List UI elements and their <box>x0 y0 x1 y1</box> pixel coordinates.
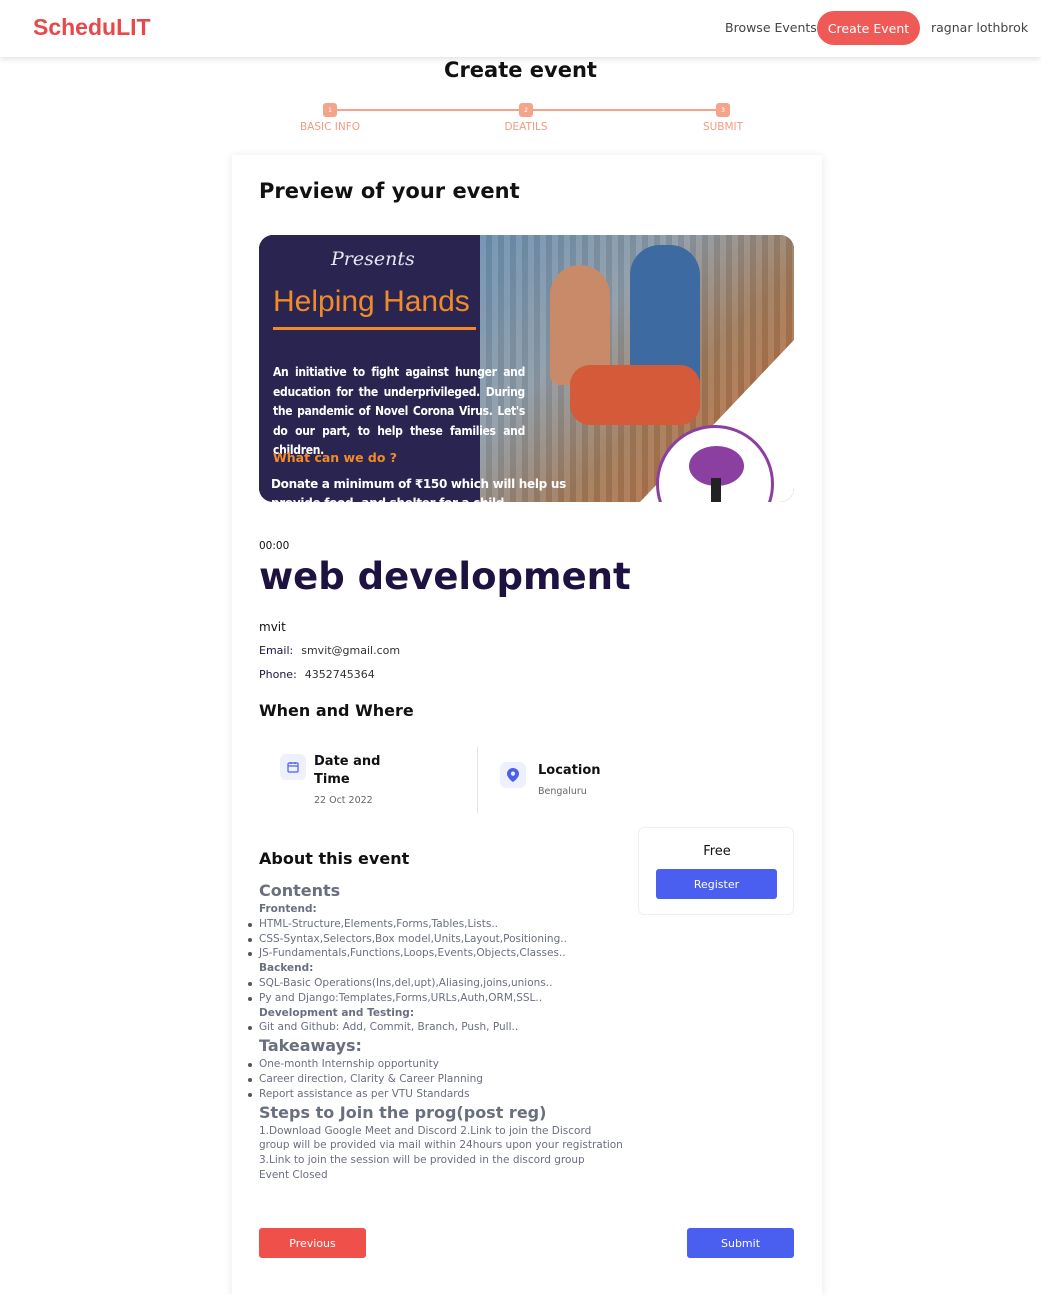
devtest-list: Git and Github: Add, Commit, Branch, Pus… <box>248 1020 624 1035</box>
list-item: SQL-Basic Operations(Ins,del,upt),Aliasi… <box>248 976 624 991</box>
date-time-heading: Date and Time <box>314 754 381 787</box>
step-2-label: DEATILS <box>504 121 548 133</box>
previous-button[interactable]: Previous <box>259 1228 366 1258</box>
takeaways-heading: Takeaways: <box>259 1036 362 1056</box>
event-banner-image: Presents Helping Hands An initiative to … <box>259 235 794 502</box>
event-closed-text: Event Closed <box>259 1168 328 1181</box>
banner-description: An initiative to fight against hunger an… <box>273 365 525 457</box>
about-title: About this event <box>259 849 410 868</box>
list-item: JS-Fundamentals,Functions,Loops,Events,O… <box>248 946 624 961</box>
ticket-box: Free Register <box>638 827 794 915</box>
organizer-name: mvit <box>259 620 286 634</box>
takeaways-list: One-month Internship opportunity Career … <box>248 1057 624 1102</box>
contact-phone: Phone: 4352745364 <box>259 668 375 681</box>
steps-text: 1.Download Google Meet and Discord 2.Lin… <box>259 1124 623 1167</box>
banner-question: What can we do ? <box>273 450 398 465</box>
step-3-dot: 3 <box>716 103 730 117</box>
devtest-heading: Development and Testing: <box>259 1006 415 1019</box>
preview-title: Preview of your event <box>259 179 520 203</box>
when-where-title: When and Where <box>259 701 414 720</box>
browse-events-link[interactable]: Browse Events <box>725 20 817 35</box>
banner-presents-text: Presents <box>331 248 415 270</box>
when-where-divider <box>477 747 478 813</box>
phone-value: 4352745364 <box>304 668 375 681</box>
list-item: HTML-Structure,Elements,Forms,Tables,Lis… <box>248 917 624 932</box>
backend-list: SQL-Basic Operations(Ins,del,upt),Aliasi… <box>248 976 624 1006</box>
steps-heading: Steps to Join the prog(post reg) <box>259 1102 547 1122</box>
list-item: Git and Github: Add, Commit, Branch, Pus… <box>248 1020 624 1035</box>
step-1-label: BASIC INFO <box>299 121 361 133</box>
about-body: Contents Frontend: HTML-Structure,Elemen… <box>248 880 624 1183</box>
email-label: Email: <box>259 644 294 657</box>
step-2-dot: 2 <box>519 103 533 117</box>
create-event-button[interactable]: Create Event <box>817 11 920 45</box>
date-value: 22 Oct 2022 <box>314 795 373 806</box>
frontend-heading: Frontend: <box>259 903 317 915</box>
banner-underline <box>273 327 476 330</box>
submit-button[interactable]: Submit <box>687 1228 794 1258</box>
list-item: Career direction, Clarity & Career Plann… <box>248 1072 624 1087</box>
list-item: Report assistance as per VTU Standards <box>248 1087 624 1102</box>
frontend-list: HTML-Structure,Elements,Forms,Tables,Lis… <box>248 917 624 961</box>
contact-email: Email: smvit@gmail.com <box>259 644 400 657</box>
location-heading: Location <box>538 763 601 778</box>
register-button[interactable]: Register <box>656 869 777 899</box>
page-title: Create event <box>444 58 597 82</box>
list-item: One-month Internship opportunity <box>248 1057 624 1072</box>
backend-heading: Backend: <box>259 962 314 975</box>
event-title: web development <box>259 555 631 598</box>
location-value: Bengaluru <box>538 786 587 797</box>
calendar-icon <box>280 754 306 780</box>
user-menu[interactable]: ragnar lothbrok <box>931 20 1028 35</box>
phone-label: Phone: <box>259 668 297 681</box>
list-item: CSS-Syntax,Selectors,Box model,Units,Lay… <box>248 932 624 947</box>
contents-heading: Contents <box>259 881 341 900</box>
event-preview-card: Preview of your event Presents Helping H… <box>232 155 822 1295</box>
top-navbar: ScheduLIT Browse Events Create Event rag… <box>0 0 1041 57</box>
step-3-label: SUBMIT <box>702 121 744 133</box>
banner-donate-text: Donate a minimum of ₹150 which will help… <box>271 477 566 502</box>
location-pin-icon <box>500 762 526 788</box>
app-logo[interactable]: ScheduLIT <box>33 14 151 41</box>
banner-heading: Helping Hands <box>273 285 470 318</box>
email-value: smvit@gmail.com <box>301 644 401 657</box>
list-item: Py and Django:Templates,Forms,URLs,Auth,… <box>248 991 624 1006</box>
ticket-price: Free <box>703 844 731 859</box>
step-1-dot: 1 <box>323 103 337 117</box>
event-time: 00:00 <box>259 540 290 552</box>
